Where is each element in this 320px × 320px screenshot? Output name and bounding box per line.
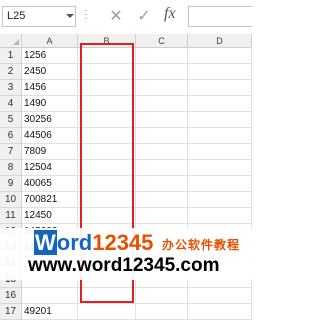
cell-b[interactable]: [78, 208, 136, 224]
cell-b[interactable]: [78, 144, 136, 160]
cell-c[interactable]: [136, 80, 188, 96]
row-header[interactable]: 7: [0, 144, 22, 160]
cell-a[interactable]: 49201: [22, 304, 78, 320]
cell-d[interactable]: [188, 96, 252, 112]
cell-d[interactable]: [188, 128, 252, 144]
cell-c[interactable]: [136, 288, 188, 304]
watermark-tagline: 办公软件教程: [162, 238, 241, 252]
chevron-down-icon[interactable]: [66, 14, 74, 18]
row-header[interactable]: 6: [0, 128, 22, 144]
cell-c[interactable]: [136, 304, 188, 320]
cell-a[interactable]: 7809: [22, 144, 78, 160]
cell-d[interactable]: [188, 80, 252, 96]
cell-a[interactable]: 1256: [22, 48, 78, 64]
select-all-icon: [13, 39, 19, 45]
cell-a[interactable]: 44506: [22, 128, 78, 144]
row-header[interactable]: 11: [0, 208, 22, 224]
cell-b[interactable]: [78, 80, 136, 96]
row-header[interactable]: 1: [0, 48, 22, 64]
cell-d[interactable]: [188, 48, 252, 64]
cell-a[interactable]: 40065: [22, 176, 78, 192]
cell-c[interactable]: [136, 64, 188, 80]
row-header[interactable]: 4: [0, 96, 22, 112]
cell-b[interactable]: [78, 96, 136, 112]
cell-b[interactable]: [78, 288, 136, 304]
row-header[interactable]: 8: [0, 160, 22, 176]
cell-b[interactable]: [78, 304, 136, 320]
column-header-b[interactable]: B: [78, 34, 136, 48]
cell-c[interactable]: [136, 176, 188, 192]
cell-a[interactable]: 1490: [22, 96, 78, 112]
row-header[interactable]: 10: [0, 192, 22, 208]
cell-d[interactable]: [188, 144, 252, 160]
cell-d[interactable]: [188, 288, 252, 304]
watermark-logo: Word12345: [34, 230, 153, 256]
cell-a[interactable]: 30256: [22, 112, 78, 128]
cell-b[interactable]: [78, 160, 136, 176]
column-header-d[interactable]: D: [188, 34, 252, 48]
row-header[interactable]: 9: [0, 176, 22, 192]
watermark-logo-number: 12345: [92, 230, 154, 255]
name-box[interactable]: L25: [2, 6, 76, 27]
column-header-a[interactable]: A: [22, 34, 78, 48]
cell-b[interactable]: [78, 64, 136, 80]
cell-d[interactable]: [188, 64, 252, 80]
cell-b[interactable]: [78, 128, 136, 144]
cell-d[interactable]: [188, 176, 252, 192]
cell-b[interactable]: [78, 48, 136, 64]
formula-input[interactable]: [188, 6, 252, 27]
cell-c[interactable]: [136, 96, 188, 112]
cell-a[interactable]: 12450: [22, 208, 78, 224]
watermark-url: www.word12345.com: [28, 255, 220, 276]
watermark: Word12345 办公软件教程 www.word12345.com: [0, 228, 252, 280]
cell-c[interactable]: [136, 48, 188, 64]
row-header[interactable]: 17: [0, 304, 22, 320]
row-header[interactable]: 5: [0, 112, 22, 128]
row-header[interactable]: 2: [0, 64, 22, 80]
cell-b[interactable]: [78, 176, 136, 192]
cell-d[interactable]: [188, 192, 252, 208]
cell-d[interactable]: [188, 208, 252, 224]
cell-c[interactable]: [136, 160, 188, 176]
cell-d[interactable]: [188, 160, 252, 176]
watermark-logo-rest: ord: [56, 230, 93, 255]
cell-c[interactable]: [136, 192, 188, 208]
cell-a[interactable]: 12504: [22, 160, 78, 176]
cell-a[interactable]: [22, 288, 78, 304]
row-header[interactable]: 3: [0, 80, 22, 96]
cell-d[interactable]: [188, 304, 252, 320]
drag-handle-icon[interactable]: · · ·: [83, 6, 89, 24]
insert-function-icon[interactable]: fx: [164, 5, 176, 23]
cell-a[interactable]: 2450: [22, 64, 78, 80]
cell-c[interactable]: [136, 208, 188, 224]
cell-c[interactable]: [136, 128, 188, 144]
cell-b[interactable]: [78, 192, 136, 208]
cell-a[interactable]: 700821: [22, 192, 78, 208]
select-all-button[interactable]: [0, 34, 22, 48]
close-icon[interactable]: ✕: [106, 7, 126, 27]
cell-b[interactable]: [78, 112, 136, 128]
formula-bar: L25 · · · ✕ ✓ fx: [0, 0, 252, 35]
check-icon[interactable]: ✓: [134, 7, 154, 27]
cell-d[interactable]: [188, 112, 252, 128]
watermark-logo-w: W: [34, 230, 57, 255]
column-header-c[interactable]: C: [136, 34, 188, 48]
cell-c[interactable]: [136, 112, 188, 128]
cell-c[interactable]: [136, 144, 188, 160]
row-header[interactable]: 16: [0, 288, 22, 304]
cell-a[interactable]: 1456: [22, 80, 78, 96]
